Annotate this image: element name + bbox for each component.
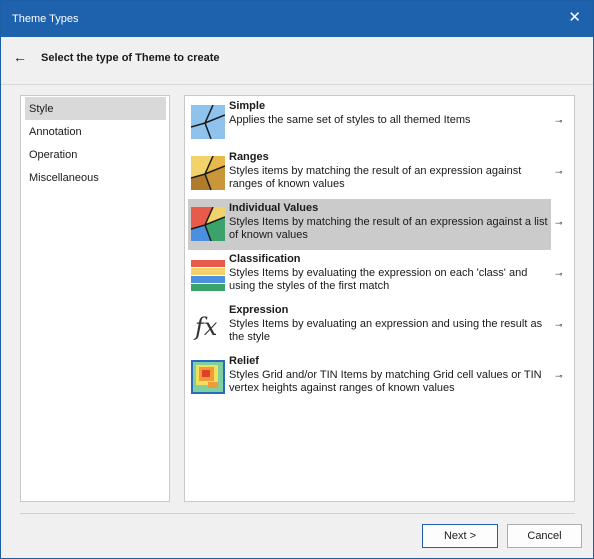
theme-list: Simple Applies the same set of styles to… — [184, 95, 575, 502]
category-item-operation[interactable]: Operation — [25, 143, 166, 166]
theme-description: Styles Grid and/or TIN Items by matching… — [229, 369, 542, 394]
page-title: Select the type of Theme to create — [41, 52, 220, 64]
back-arrow-icon[interactable]: ← — [13, 49, 27, 65]
simple-theme-icon — [191, 105, 225, 139]
pin-icon[interactable]: ⊸ — [555, 320, 563, 331]
category-label: Annotation — [29, 126, 82, 138]
theme-description: Applies the same set of styles to all th… — [229, 114, 471, 126]
window-title: Theme Types — [12, 13, 79, 25]
theme-types-dialog: Theme Types ✕ ← Select the type of Theme… — [0, 0, 594, 559]
relief-theme-icon — [191, 360, 225, 394]
category-label: Operation — [29, 149, 78, 161]
individual-values-theme-icon — [191, 207, 225, 241]
theme-description: Styles Items by evaluating the expressio… — [229, 267, 528, 292]
category-list: Style Annotation Operation Miscellaneous — [20, 95, 170, 502]
footer-divider — [20, 513, 575, 514]
theme-name: Relief — [229, 355, 259, 367]
category-item-annotation[interactable]: Annotation — [25, 120, 166, 143]
ranges-theme-icon — [191, 156, 225, 190]
pin-icon[interactable]: ⊸ — [555, 269, 563, 280]
pin-icon[interactable]: ⊸ — [555, 218, 563, 229]
theme-item-relief[interactable]: Relief Styles Grid and/or TIN Items by m… — [188, 352, 551, 403]
theme-item-ranges[interactable]: Ranges Styles items by matching the resu… — [188, 148, 551, 199]
dialog-header: ← Select the type of Theme to create — [1, 37, 593, 85]
theme-description: Styles Items by evaluating an expression… — [229, 318, 543, 343]
category-item-style[interactable]: Style — [25, 97, 166, 120]
theme-name: Ranges — [229, 151, 269, 163]
theme-name: Expression — [229, 304, 289, 316]
theme-item-individual-values[interactable]: Individual Values Styles Items by matchi… — [188, 199, 551, 250]
category-label: Style — [29, 103, 54, 115]
theme-name: Individual Values — [229, 202, 319, 214]
pin-icon[interactable]: ⊸ — [555, 167, 563, 178]
theme-item-expression[interactable]: fx Expression Styles Items by evaluating… — [188, 301, 551, 352]
category-label: Miscellaneous — [29, 172, 99, 184]
classification-theme-icon — [191, 260, 225, 291]
theme-description: Styles Items by matching the result of a… — [229, 216, 548, 241]
theme-name: Classification — [229, 253, 301, 265]
cancel-button[interactable]: Cancel — [507, 524, 582, 548]
svg-text:fx: fx — [193, 313, 218, 341]
theme-item-classification[interactable]: Classification Styles Items by evaluatin… — [188, 250, 551, 301]
next-button[interactable]: Next > — [422, 524, 498, 548]
expression-theme-icon: fx — [193, 313, 218, 341]
theme-item-simple[interactable]: Simple Applies the same set of styles to… — [188, 97, 551, 148]
theme-name: Simple — [229, 100, 266, 112]
close-icon[interactable]: ✕ — [568, 10, 581, 25]
pin-icon[interactable]: ⊸ — [555, 116, 563, 127]
title-bar: Theme Types ✕ — [1, 1, 593, 37]
pin-icon[interactable]: ⊸ — [555, 371, 563, 382]
category-item-miscellaneous[interactable]: Miscellaneous — [25, 166, 166, 189]
theme-description: Styles items by matching the result of a… — [229, 165, 522, 190]
